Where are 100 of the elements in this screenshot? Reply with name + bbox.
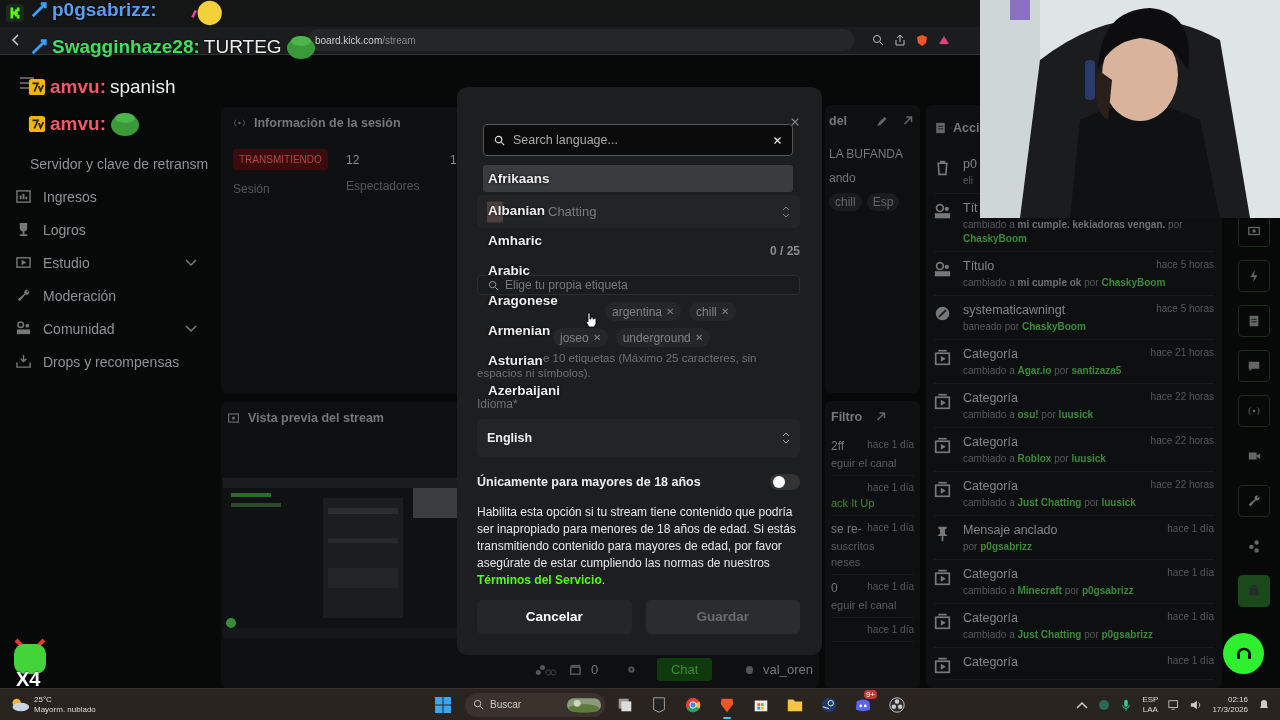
- link[interactable]: p0gsabrizz: [1101, 629, 1154, 640]
- tag-chip[interactable]: underground ✕: [615, 328, 710, 347]
- sidebar-item[interactable]: Comunidad: [14, 312, 211, 345]
- action-title: Título: [963, 259, 995, 273]
- remove-tag-button[interactable]: ✕: [592, 332, 601, 343]
- search-field[interactable]: Buscar: [465, 692, 605, 717]
- clock-date[interactable]: 17/3/2026: [1212, 704, 1248, 715]
- remove-tag-button[interactable]: ✕: [694, 332, 703, 343]
- link[interactable]: Agar.io: [1017, 365, 1052, 376]
- sidebar-item[interactable]: Ingresos: [14, 180, 211, 213]
- feed-detail: eguir el canal: [831, 599, 898, 611]
- clock-time[interactable]: 02:16: [1227, 694, 1248, 705]
- link[interactable]: ChaskyBoom: [1021, 321, 1086, 332]
- language-search-field[interactable]: Search language...: [511, 132, 767, 148]
- tag[interactable]: chill: [829, 193, 862, 211]
- help-text: espacios ni símbolos).: [477, 366, 591, 381]
- link[interactable]: ChaskyBoom: [1101, 277, 1166, 288]
- language-option[interactable]: Afrikaans: [483, 165, 793, 192]
- action-detail: eli: [963, 174, 974, 188]
- tag-chip[interactable]: chill ✕: [689, 302, 736, 321]
- chat-username: amvu:: [50, 76, 106, 98]
- link[interactable]: luusick: [1101, 497, 1136, 508]
- link[interactable]: osu!: [1017, 409, 1039, 420]
- action-title: systematicawningt: [963, 303, 1066, 317]
- action-detail: cambiado a Agar.io por santizaza5: [963, 364, 1123, 378]
- action-title: Categoría: [963, 435, 1018, 449]
- sidebar-item[interactable]: Estudio: [14, 246, 211, 279]
- link[interactable]: Just Chatting: [1017, 629, 1082, 640]
- link[interactable]: Just Chatting: [1017, 497, 1082, 508]
- address-bar[interactable]: board.kick.com/stream: [307, 29, 854, 52]
- action-time: hace 1 día: [1167, 655, 1214, 668]
- action-time: hace 5 horas: [1156, 259, 1214, 272]
- tag-input[interactable]: Elige tu propia etiqueta: [477, 275, 800, 295]
- chat-message: TURTEG: [203, 36, 282, 58]
- chat-button[interactable]: Chat: [656, 658, 713, 681]
- feed-time: hace 1 día: [867, 624, 914, 635]
- stat-label: Sesión: [233, 182, 271, 196]
- stat-label: Espectadores: [346, 179, 421, 193]
- keyboard-layout[interactable]: LAA: [1142, 704, 1158, 715]
- info-text: LA BUFANDA: [829, 147, 905, 161]
- language-option[interactable]: Arabic: [483, 262, 531, 278]
- action-title: Mensaje anclado: [963, 523, 1058, 537]
- sidebar-item[interactable]: Servidor y clave de retransm: [14, 147, 211, 180]
- action-detail: cambiado a Roblox por luusick: [963, 452, 1107, 466]
- info-text: ando: [829, 171, 857, 185]
- action-title: Categoría: [963, 567, 1018, 581]
- chat-username: Swagginhaze28:: [52, 36, 200, 58]
- description-text: Habilita esta opción si tu stream tiene contenido que podría ser inapropiado para menores de 18 años de edad. Si estás transmitiendo contenido para mayores de edad, por favor asegúrate de estar cumpliendo las normas de nuestros Términos del Servicio.: [477, 504, 797, 589]
- username: val_oren: [763, 662, 813, 677]
- link[interactable]: ChaskyBoom: [963, 233, 1027, 244]
- language-code[interactable]: ESP: [1142, 694, 1159, 705]
- feed-title: 2ff: [831, 439, 845, 453]
- sidebar-item[interactable]: Drops y recompensas: [14, 345, 211, 378]
- tag-label: underground: [622, 330, 691, 345]
- language-search-box[interactable]: Search language...: [483, 124, 793, 156]
- language-option[interactable]: Asturian: [483, 352, 543, 368]
- sidebar-item[interactable]: Moderación: [14, 279, 211, 312]
- feed-detail: eguir el canal: [831, 457, 898, 469]
- action-detail: cambiado a mi cumple. kekiadoras vengan. por ChaskyBoom: [963, 218, 1184, 246]
- stat-value: 12: [346, 152, 361, 167]
- search-placeholder: Buscar: [490, 699, 523, 710]
- link[interactable]: santizaza5: [1071, 365, 1122, 376]
- language-option[interactable]: Amharic: [483, 232, 543, 248]
- feed-detail: suscritos: [831, 540, 876, 552]
- filter-button[interactable]: Filtro: [831, 410, 863, 424]
- chat-message: spanish: [109, 76, 176, 98]
- link[interactable]: Minecraft: [1017, 585, 1062, 596]
- count-label: 0: [590, 662, 599, 677]
- feed-time: hace 1 día: [867, 581, 914, 594]
- chat-username: amvu:: [50, 113, 106, 135]
- link[interactable]: Roblox: [1017, 453, 1052, 464]
- language-option[interactable]: Armenian: [483, 322, 551, 338]
- language-option[interactable]: Azerbaijani: [483, 382, 561, 398]
- link[interactable]: p0gsabrizz: [1081, 585, 1134, 596]
- remove-tag-button[interactable]: ✕: [666, 306, 675, 317]
- temperature: 25°C: [34, 694, 53, 705]
- panel-title: Información de la sesión: [254, 116, 401, 130]
- language-option[interactable]: Aragonese: [483, 292, 558, 308]
- link[interactable]: luusick: [1071, 453, 1106, 464]
- panel-title: Acci: [953, 120, 980, 135]
- link[interactable]: luusick: [1058, 409, 1094, 420]
- link[interactable]: p0gsabrizz: [980, 541, 1032, 552]
- action-detail: cambiado a mi cumple ok por ChaskyBoom: [963, 276, 1167, 290]
- tag-label: chill: [696, 304, 717, 319]
- remove-tag-button[interactable]: ✕: [720, 306, 729, 317]
- action-detail: cambiado a Minecraft por p0gsabrizz: [963, 584, 1135, 598]
- terms-link[interactable]: Términos del Servicio: [477, 572, 602, 587]
- action-time: hace 5 horas: [1156, 303, 1214, 316]
- tag-chip[interactable]: argentina ✕: [605, 302, 682, 321]
- language-select[interactable]: English: [477, 419, 800, 457]
- field-label: Idioma*: [477, 397, 518, 411]
- weather-text: Mayorm. nublado: [34, 704, 96, 715]
- sidebar-item[interactable]: Logros: [14, 213, 211, 246]
- action-time: hace 22 horas: [1150, 479, 1214, 492]
- tag-chip[interactable]: joseo ✕: [553, 328, 608, 347]
- action-time: hace 1 día: [1167, 567, 1214, 580]
- language-option[interactable]: Albanian: [483, 202, 545, 218]
- feed-detail: neses: [831, 556, 862, 568]
- tag[interactable]: Esp: [866, 193, 900, 211]
- cancel-button[interactable]: Cancelar: [477, 599, 632, 634]
